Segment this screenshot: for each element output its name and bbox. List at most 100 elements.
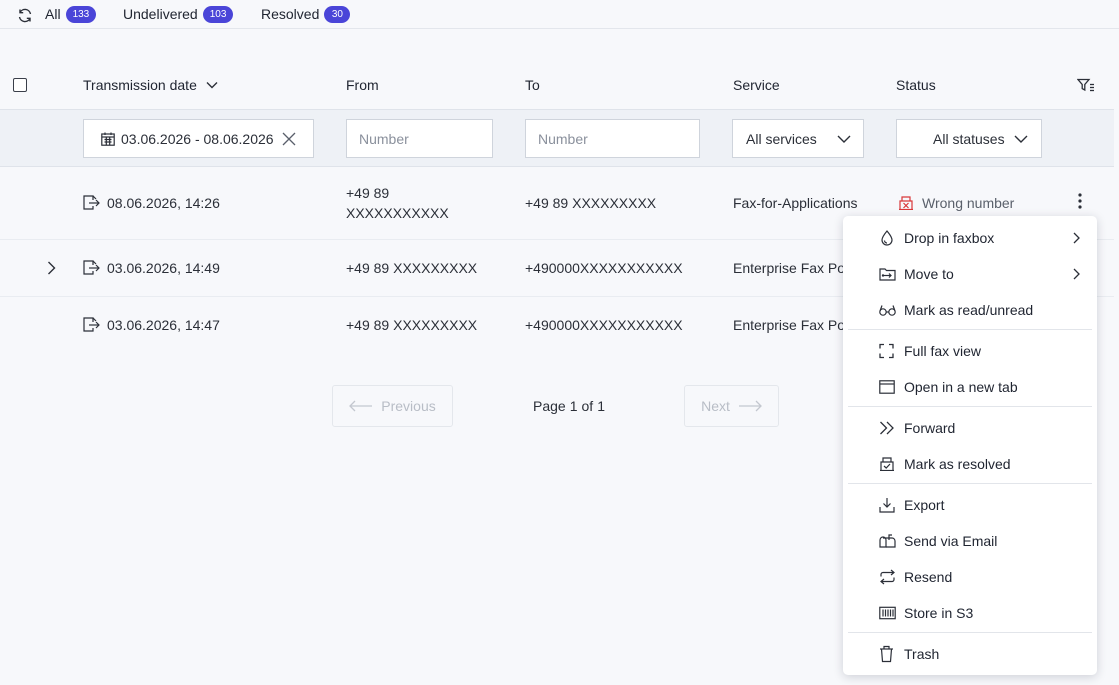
page-current: 1 [569, 398, 578, 414]
menu-item-mark-read-unread[interactable]: Mark as read/unread [843, 292, 1097, 328]
menu-divider [848, 406, 1092, 407]
menu-item-forward[interactable]: Forward [843, 410, 1097, 446]
from-number-input[interactable] [347, 120, 492, 157]
service-select[interactable]: All services [732, 119, 864, 158]
menu-item-trash[interactable]: Trash [843, 636, 1097, 672]
menu-item-label: Export [904, 497, 945, 513]
tab-all[interactable]: All 133 [45, 5, 97, 23]
outgoing-fax-icon [83, 260, 100, 275]
tab-resolved-count: 30 [324, 5, 351, 23]
folder-move-icon [879, 267, 896, 281]
arrow-left-icon [349, 400, 373, 412]
forward-icon [879, 421, 895, 435]
next-button[interactable]: Next [684, 385, 779, 427]
outgoing-fax-icon [83, 317, 100, 332]
row-date: 08.06.2026, 14:26 [107, 195, 220, 211]
column-header-date[interactable]: Transmission date [83, 77, 218, 93]
tab-undelivered-count: 103 [202, 5, 234, 23]
status-badge: Wrong number [898, 195, 1014, 211]
row-date: 03.06.2026, 14:49 [107, 260, 220, 276]
page-prefix: Page [533, 398, 566, 414]
refresh-icon[interactable] [17, 8, 33, 23]
row-from: +49 89 XXXXXXXXX [346, 317, 478, 333]
menu-item-full-fax-view[interactable]: Full fax view [843, 333, 1097, 369]
status-tabs: All 133 Undelivered 103 Resolved 30 [0, 0, 1119, 29]
storage-icon [879, 606, 896, 620]
glasses-icon [879, 304, 896, 316]
chevron-right-icon [1073, 268, 1080, 280]
from-number-input-box [346, 119, 493, 158]
menu-item-resend[interactable]: Resend [843, 559, 1097, 595]
tab-undelivered-label: Undelivered [123, 6, 198, 22]
row-to: +490000XXXXXXXXXXX [525, 317, 683, 333]
drop-icon [879, 230, 895, 246]
tab-resolved-label: Resolved [261, 6, 320, 22]
menu-item-label: Mark as read/unread [904, 302, 1034, 318]
previous-button[interactable]: Previous [332, 385, 453, 427]
menu-item-label: Mark as resolved [904, 456, 1011, 472]
menu-item-mark-resolved[interactable]: Mark as resolved [843, 446, 1097, 482]
menu-item-drop-in-faxbox[interactable]: Drop in faxbox [843, 220, 1097, 256]
row-date: 03.06.2026, 14:47 [107, 317, 220, 333]
menu-item-label: Move to [904, 266, 954, 282]
row-from: +49 89 XXXXXXXXX [346, 260, 478, 276]
status-text: Wrong number [922, 195, 1015, 211]
service-select-value: All services [746, 131, 817, 147]
page-of: of [581, 398, 594, 414]
chevron-down-icon [1014, 135, 1028, 143]
tab-undelivered[interactable]: Undelivered 103 [123, 5, 234, 23]
menu-item-label: Resend [904, 569, 953, 585]
menu-item-send-email[interactable]: Send via Email [843, 523, 1097, 559]
status-select-value: All statuses [933, 131, 1005, 147]
chevron-down-icon [837, 135, 851, 143]
clear-icon[interactable] [282, 132, 296, 146]
menu-item-label: Send via Email [904, 533, 998, 549]
resend-icon [879, 569, 896, 585]
row-to: +490000XXXXXXXXXXX [525, 260, 683, 276]
trash-icon [879, 645, 894, 663]
tab-all-label: All [45, 6, 61, 22]
filter-settings-icon[interactable] [1077, 78, 1095, 92]
menu-divider [848, 329, 1092, 330]
arrow-right-icon [738, 400, 762, 412]
date-range-value: 03.06.2026 - 08.06.2026 [121, 131, 274, 147]
menu-divider [848, 632, 1092, 633]
wrong-number-icon [898, 196, 914, 210]
row-service: Enterprise Fax Po [733, 317, 846, 333]
chevron-right-icon[interactable] [47, 261, 56, 275]
row-service: Fax-for-Applications [733, 195, 858, 211]
chevron-down-icon [206, 81, 218, 89]
column-header-to: To [525, 77, 540, 93]
to-number-input[interactable] [526, 120, 699, 157]
menu-item-label: Drop in faxbox [904, 230, 995, 246]
filter-bar: 03.06.2026 - 08.06.2026 All services All… [0, 109, 1114, 167]
row-from-continued: XXXXXXXXXXX [346, 205, 449, 221]
status-select[interactable]: All statuses [896, 119, 1042, 158]
menu-divider [848, 483, 1092, 484]
page-indicator: Page 1 of 1 [533, 398, 605, 414]
row-from: +49 89 [346, 185, 390, 201]
tab-resolved[interactable]: Resolved 30 [261, 5, 351, 23]
window-icon [879, 380, 895, 394]
menu-item-label: Forward [904, 420, 956, 436]
column-header-date-label: Transmission date [83, 77, 197, 93]
chevron-right-icon [1073, 232, 1080, 244]
fullscreen-icon [879, 343, 894, 359]
export-icon [879, 497, 895, 513]
to-number-input-box [525, 119, 700, 158]
menu-item-label: Open in a new tab [904, 379, 1018, 395]
tab-all-count: 133 [65, 5, 97, 23]
mailbox-icon [879, 534, 896, 548]
menu-item-label: Trash [904, 646, 940, 662]
previous-label: Previous [381, 398, 436, 414]
menu-item-export[interactable]: Export [843, 487, 1097, 523]
resolved-icon [879, 457, 895, 471]
date-range-filter[interactable]: 03.06.2026 - 08.06.2026 [83, 119, 314, 158]
page-total: 1 [597, 398, 605, 414]
menu-item-move-to[interactable]: Move to [843, 256, 1097, 292]
menu-item-store-s3[interactable]: Store in S3 [843, 595, 1097, 631]
row-service: Enterprise Fax Po [733, 260, 846, 276]
select-all-checkbox[interactable] [13, 78, 27, 92]
more-options-icon[interactable] [1078, 193, 1082, 209]
menu-item-open-new-tab[interactable]: Open in a new tab [843, 369, 1097, 405]
